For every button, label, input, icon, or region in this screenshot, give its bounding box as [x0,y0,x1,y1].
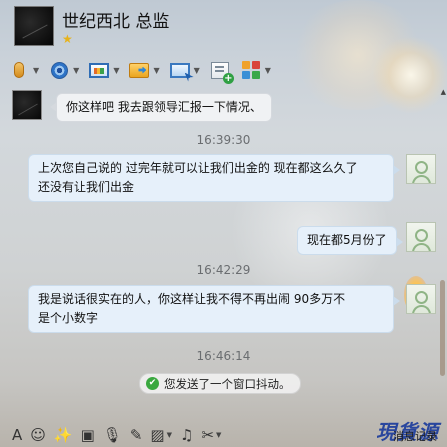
message-bubble[interactable]: 你这样吧 我去跟领导汇报一下情况、 [50,93,272,122]
chevron-down-icon[interactable]: ▼ [113,66,119,75]
app-center-button[interactable]: ▼ [240,60,271,80]
app-grid-tile [251,71,260,79]
check-icon: ✔ [146,377,159,390]
scrollbar-thumb[interactable] [440,280,445,376]
voice-message-icon[interactable]: 🎙 [103,426,122,444]
chat-toolbar: ▼ ▼ ▼ ▼ ▼ ▼ [8,58,280,84]
chat-header: 世纪西北 总监 ★ [0,0,447,56]
edit-icon[interactable]: ✎ [130,426,143,444]
magic-expression-icon[interactable]: ▣ [81,426,95,444]
screen-share-icon [169,60,191,80]
emoji-icon[interactable]: ☺ [30,426,46,444]
app-grid-tile [241,71,250,79]
chat-window: 世纪西北 总监 ★ ▼ ▼ ▼ ▼ ▼ + ▼ 你这样吧 我去跟领导汇报一下情况… [0,0,447,447]
remote-desktop-icon [88,60,110,80]
chevron-down-icon[interactable]: ▼ [265,66,271,75]
send-image-button[interactable]: ▨ ▼ [150,426,172,444]
scissors-icon: ✂ [201,425,215,444]
image-icon: ▨ [150,425,165,444]
message-bubble[interactable]: 现在都5月份了 [297,226,403,255]
microphone-icon [8,60,30,80]
music-icon[interactable]: ♫ [180,426,193,444]
voice-call-button[interactable]: ▼ [8,60,39,80]
message-bubble[interactable]: 我是说话很实在的人，你这样让我不得不再出闹 90多万不 是个小数字 [28,285,400,333]
message-bubble[interactable]: 上次您自己说的 过完年就可以让我们出金的 现在都这么久了 还没有让我们出金 [28,154,400,202]
chevron-down-icon[interactable]: ▼ [167,431,172,439]
remote-desktop-button[interactable]: ▼ [88,60,119,80]
chevron-down-icon[interactable]: ▼ [216,431,221,439]
message-timestamp: 16:46:14 [196,349,251,363]
message-line: 我是说话很实在的人，你这样让我不得不再出闹 90多万不 [38,292,346,306]
video-call-button[interactable]: ▼ [48,60,79,80]
app-grid-tile [251,61,260,69]
scroll-up-arrow[interactable]: ▲ [441,88,446,96]
my-avatar[interactable] [406,154,436,184]
contact-name[interactable]: 世纪西北 总监 [62,7,169,32]
my-avatar[interactable] [406,222,436,252]
chevron-down-icon[interactable]: ▼ [153,66,159,75]
message-line: 还没有让我们出金 [38,180,135,194]
window-shake-icon[interactable]: ✨ [54,426,73,444]
contact-avatar[interactable] [12,90,42,120]
system-notice: ✔ 您发送了一个窗口抖动。 [139,373,301,394]
my-avatar[interactable] [406,284,436,314]
notice-text: 您发送了一个窗口抖动。 [164,376,291,391]
webcam-icon [48,60,70,80]
font-icon[interactable]: A [12,426,22,444]
app-grid-icon [240,60,262,80]
chevron-down-icon[interactable]: ▼ [33,66,39,75]
contact-avatar[interactable] [14,6,54,46]
send-file-icon [128,60,150,80]
create-group-icon [209,60,234,84]
message-line: 上次您自己说的 过完年就可以让我们出金的 现在都这么久了 [38,161,358,175]
chevron-down-icon[interactable]: ▼ [73,66,79,75]
message-history-link[interactable]: 消息记录 [393,428,437,444]
message-timestamp: 16:42:29 [196,263,251,277]
star-icon: ★ [62,32,73,46]
message-line: 是个小数字 [38,311,99,325]
send-file-button[interactable]: ▼ [128,60,160,80]
screen-share-button[interactable]: ▼ [169,60,200,80]
create-group-button[interactable] [209,60,234,84]
chevron-down-icon[interactable]: ▼ [194,66,200,75]
app-grid-tile [241,61,250,69]
screenshot-button[interactable]: ✂ ▼ [201,426,221,444]
message-timestamp: 16:39:30 [196,133,251,147]
